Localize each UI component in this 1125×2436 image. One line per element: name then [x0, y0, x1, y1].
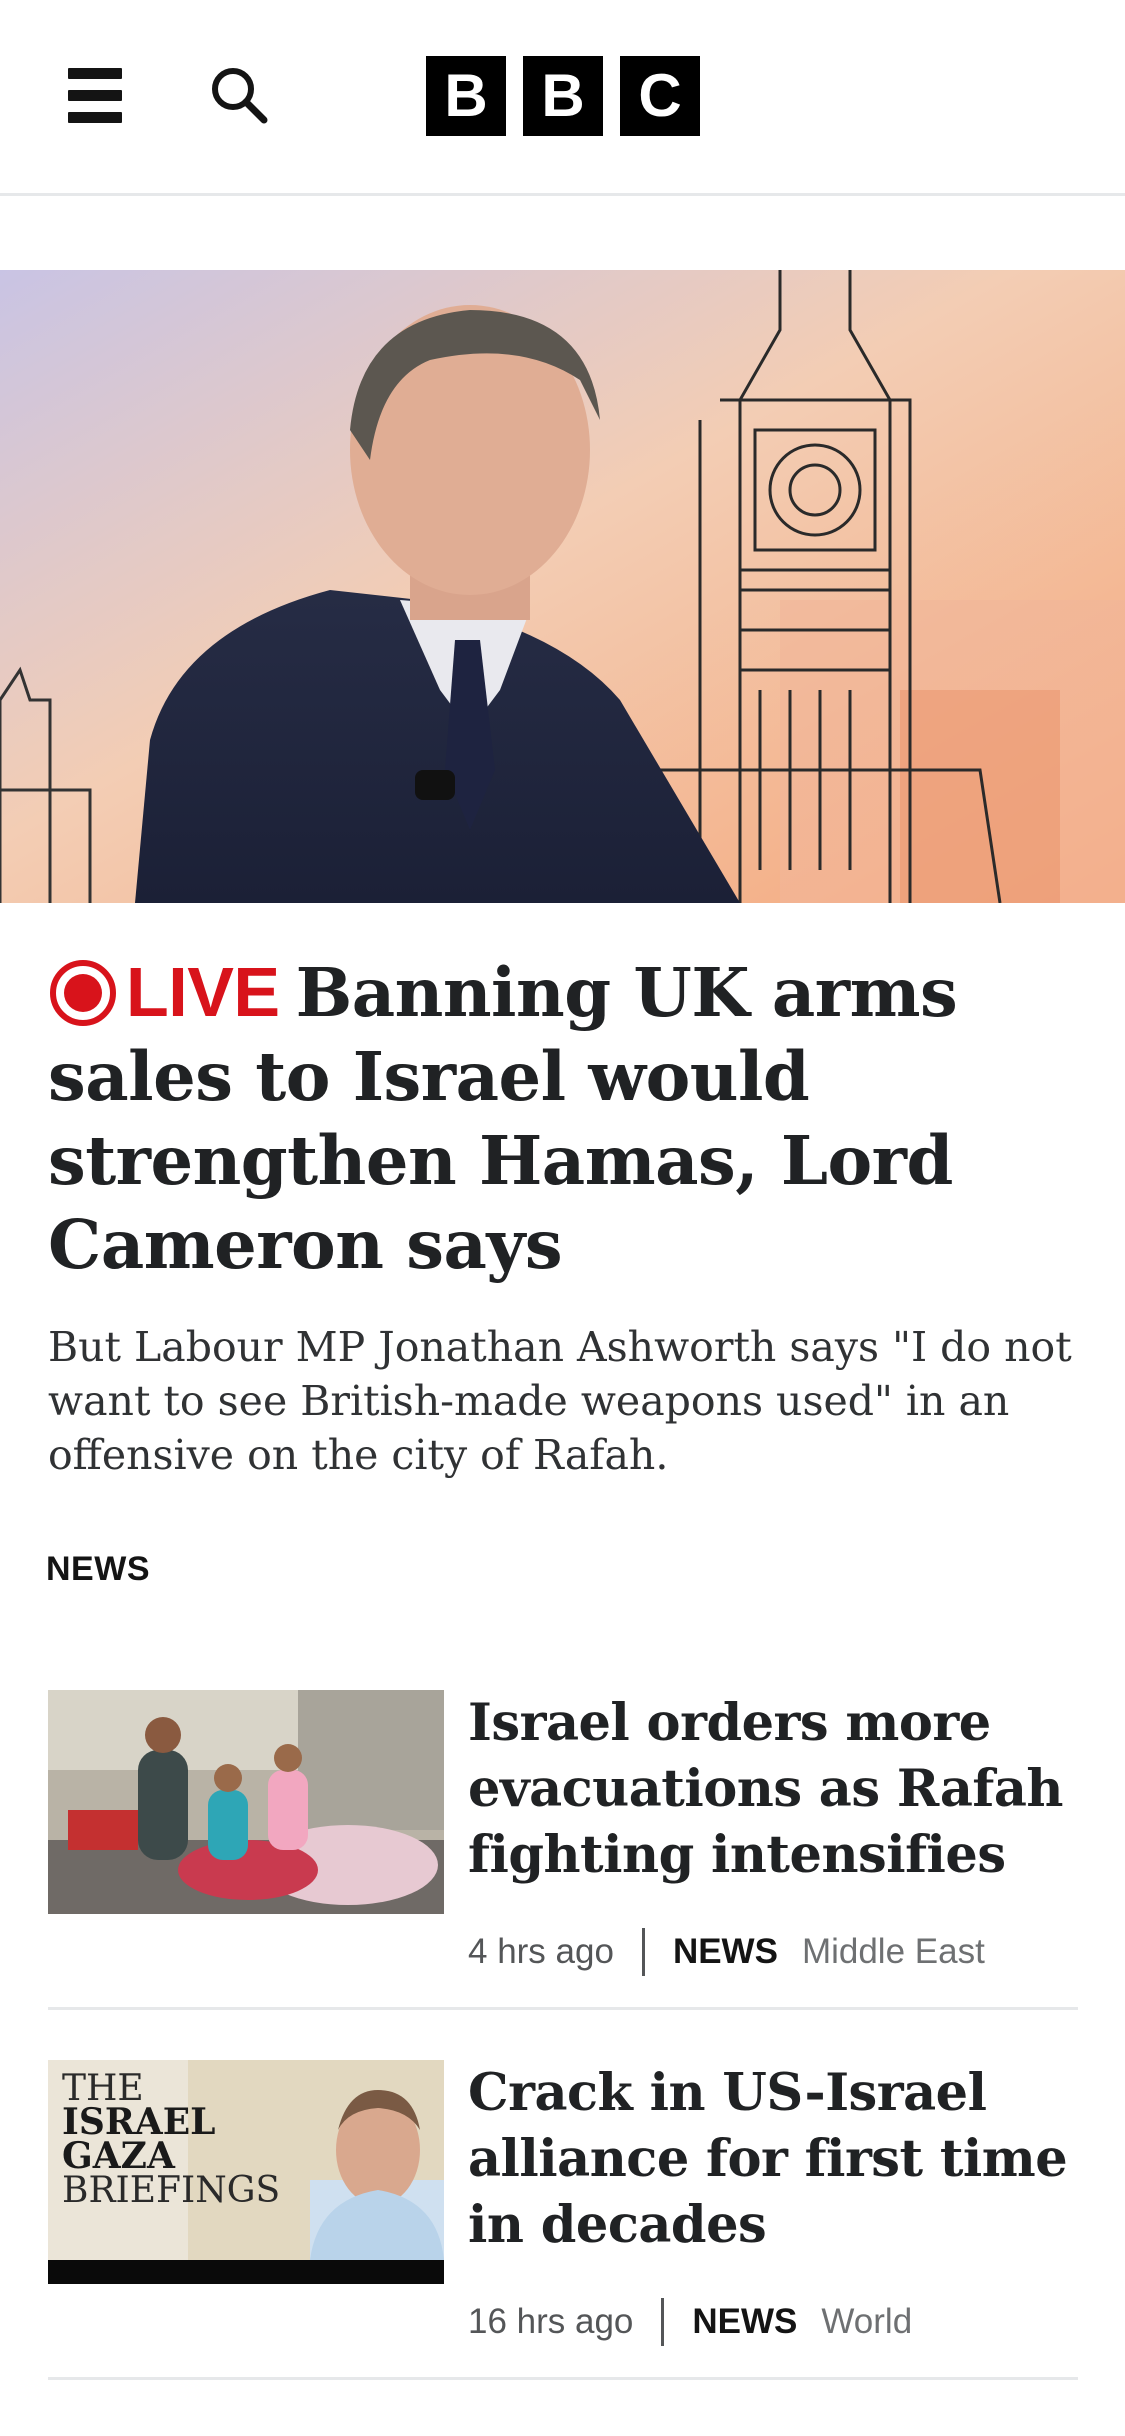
meta-divider — [641, 1928, 645, 1976]
hero-headline[interactable]: LIVE Banning UK arms sales to Israel woul… — [48, 950, 1078, 1287]
bbc-logo[interactable]: B B C — [426, 56, 700, 136]
section-label-news: NEWS — [46, 1550, 150, 1588]
meta-divider — [661, 2298, 665, 2346]
live-indicator: LIVE — [48, 953, 296, 1032]
thumb-text-briefings: BRIEFINGS — [62, 2170, 280, 2211]
story-subcategory[interactable]: Middle East — [802, 1932, 985, 1972]
story-title: Israel orders more evacuations as Rafah … — [468, 1693, 1063, 1885]
search-icon[interactable] — [208, 64, 270, 126]
story-timestamp: 4 hrs ago — [468, 1932, 614, 1971]
story-timestamp: 16 hrs ago — [468, 2302, 634, 2341]
story-category[interactable]: NEWS — [692, 2302, 797, 2342]
site-header: B B C — [0, 0, 1125, 196]
story-card[interactable]: THE ISRAEL GAZA BRIEFINGS Crack in US-Is… — [48, 2060, 1078, 2380]
hero-image[interactable] — [0, 270, 1125, 903]
story-category[interactable]: NEWS — [673, 1932, 778, 1972]
logo-letter-b2: B — [523, 56, 603, 136]
story-title: Crack in US-Israel alliance for first ti… — [468, 2063, 1068, 2255]
story-thumbnail — [48, 1690, 444, 1914]
logo-letter-c: C — [620, 56, 700, 136]
story-card[interactable]: Israel orders more evacuations as Rafah … — [48, 1690, 1078, 2010]
story-thumbnail: THE ISRAEL GAZA BRIEFINGS — [48, 2060, 444, 2284]
live-indicator-icon — [50, 960, 116, 1026]
story-meta: 16 hrs ago NEWS World — [468, 2298, 912, 2346]
hero-summary: But Labour MP Jonathan Ashworth says "I … — [48, 1323, 1072, 1479]
hamburger-menu-icon[interactable] — [62, 64, 128, 126]
logo-letter-b1: B — [426, 56, 506, 136]
story-subcategory[interactable]: World — [821, 2302, 912, 2342]
live-label: LIVE — [126, 953, 280, 1031]
story-meta: 4 hrs ago NEWS Middle East — [468, 1928, 985, 1976]
